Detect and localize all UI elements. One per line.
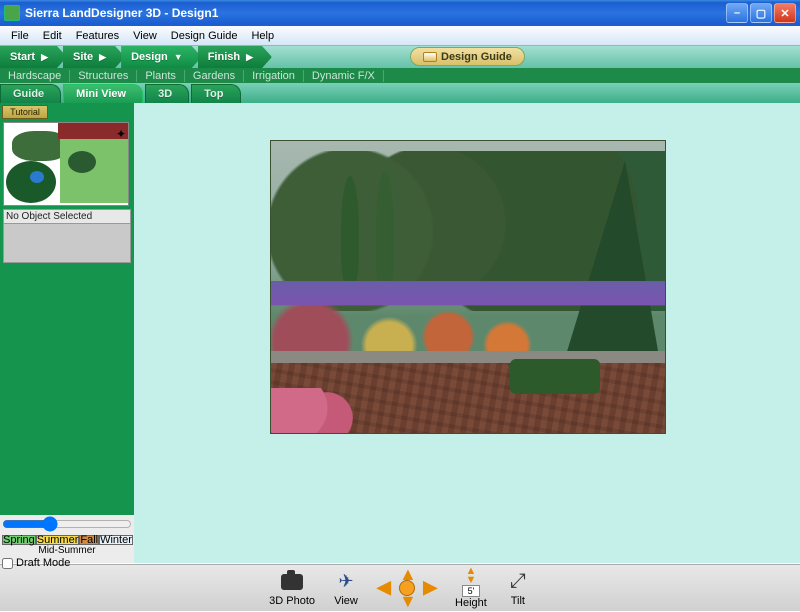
app-icon xyxy=(4,5,20,21)
menu-help[interactable]: Help xyxy=(244,28,281,44)
window-titlebar: Sierra LandDesigner 3D - Design1 – ▢ ✕ xyxy=(0,0,800,26)
height-control[interactable]: ▲▼ 5' Height xyxy=(455,567,487,609)
subtab-irrigation[interactable]: Irrigation xyxy=(244,70,304,82)
menu-bar: File Edit Features View Design Guide Hel… xyxy=(0,26,800,46)
height-value: 5' xyxy=(462,585,481,597)
subtab-hardscape[interactable]: Hardscape xyxy=(0,70,70,82)
season-legend: Spring Summer Fall Winter xyxy=(2,535,132,545)
season-caption: Mid-Summer xyxy=(2,545,132,556)
phase-start[interactable]: Start▶ xyxy=(0,46,67,68)
maximize-button[interactable]: ▢ xyxy=(750,3,772,23)
window-title: Sierra LandDesigner 3D - Design1 xyxy=(25,6,726,20)
bottom-toolbar: 3D Photo ✈ View ◀ ▶ ▲ ▼ ▲▼ 5' Height ⤢ T… xyxy=(0,563,800,611)
arrow-right-icon[interactable]: ▶ xyxy=(423,577,437,598)
menu-edit[interactable]: Edit xyxy=(36,28,69,44)
phase-bar: Start▶ Site▶ Design▼ Finish▶ Design Guid… xyxy=(0,46,800,68)
phase-finish[interactable]: Finish▶ xyxy=(198,46,272,68)
subtab-plants[interactable]: Plants xyxy=(137,70,185,82)
tutorial-button[interactable]: Tutorial xyxy=(2,105,48,119)
season-panel: Spring Summer Fall Winter Mid-Summer Dra… xyxy=(0,515,134,563)
viewtab-top[interactable]: Top xyxy=(191,84,240,103)
design-guide-button[interactable]: Design Guide xyxy=(410,47,525,66)
viewtab-mini-view[interactable]: Mini View xyxy=(63,84,143,103)
minimize-button[interactable]: – xyxy=(726,3,748,23)
arrow-left-icon[interactable]: ◀ xyxy=(377,577,391,598)
phase-site[interactable]: Site▶ xyxy=(63,46,125,68)
viewtab-3d[interactable]: 3D xyxy=(145,84,189,103)
tool-view[interactable]: ✈ View xyxy=(333,570,359,607)
helicopter-icon: ✈ xyxy=(333,570,359,594)
selection-status: No Object Selected xyxy=(3,209,131,223)
camera-icon xyxy=(281,574,303,590)
view-tabs: Guide Mini View 3D Top xyxy=(0,83,800,103)
render-preview xyxy=(270,140,666,434)
chevron-right-icon: ▶ xyxy=(99,52,106,63)
inspector-panel xyxy=(3,223,131,263)
subtab-structures[interactable]: Structures xyxy=(70,70,137,82)
draft-mode-checkbox[interactable] xyxy=(2,558,13,569)
mini-map[interactable]: ✦ xyxy=(3,122,129,206)
close-button[interactable]: ✕ xyxy=(774,3,796,23)
sidebar: Tutorial ✦ No Object Selected Spring Sum… xyxy=(0,103,134,563)
nav-center-icon[interactable] xyxy=(399,580,415,596)
menu-file[interactable]: File xyxy=(4,28,36,44)
viewtab-guide[interactable]: Guide xyxy=(0,84,61,103)
menu-design-guide[interactable]: Design Guide xyxy=(164,28,245,44)
chevron-down-icon: ▼ xyxy=(174,52,183,62)
navigation-pad[interactable]: ◀ ▶ ▲ ▼ xyxy=(377,568,437,608)
chevron-right-icon: ▶ xyxy=(246,52,253,63)
height-up-icon[interactable]: ▲ xyxy=(465,567,476,576)
book-icon xyxy=(423,52,437,62)
tool-3d-photo[interactable]: 3D Photo xyxy=(269,570,315,607)
phase-design[interactable]: Design▼ xyxy=(121,46,202,68)
subtab-dynamic-fx[interactable]: Dynamic F/X xyxy=(304,70,384,82)
tilt-icon: ⤢ xyxy=(505,570,531,594)
tool-tilt[interactable]: ⤢ Tilt xyxy=(505,570,531,607)
season-slider[interactable] xyxy=(2,516,132,532)
subtab-gardens[interactable]: Gardens xyxy=(185,70,244,82)
menu-view[interactable]: View xyxy=(126,28,164,44)
viewport-3d[interactable] xyxy=(134,103,800,563)
height-down-icon[interactable]: ▼ xyxy=(465,576,476,585)
menu-features[interactable]: Features xyxy=(69,28,126,44)
design-subtabs: Hardscape Structures Plants Gardens Irri… xyxy=(0,68,800,83)
chevron-right-icon: ▶ xyxy=(41,52,48,63)
